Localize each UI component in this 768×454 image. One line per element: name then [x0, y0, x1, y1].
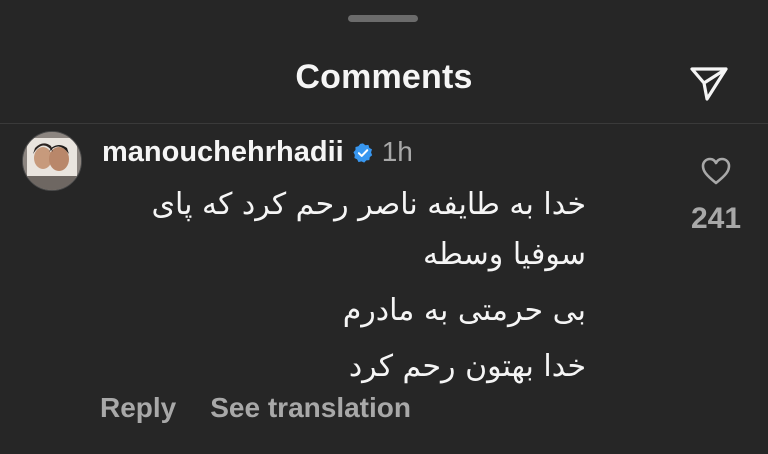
comment-text: خدا به طایفه ناصر رحم کرد که پای سوفیا و… — [96, 180, 587, 392]
reply-button[interactable]: Reply — [100, 392, 176, 424]
comment-line: بی حرمتی به مادرم — [342, 293, 586, 328]
heart-icon[interactable] — [700, 156, 732, 186]
username[interactable]: manouchehrhadii — [102, 136, 344, 169]
like-count: 241 — [690, 202, 742, 235]
comment-header: manouchehrhadii 1h — [102, 134, 413, 170]
comments-sheet: Comments manouchehrhadii 1h خدا به طایفه… — [0, 0, 768, 454]
avatar-photo — [23, 132, 81, 190]
verified-badge-icon — [353, 143, 372, 163]
comment-actions: Reply See translation — [100, 392, 445, 424]
comment-line: خدا بهتون رحم کرد — [348, 349, 586, 384]
sheet-title: Comments — [295, 58, 473, 96]
see-translation-button[interactable]: See translation — [210, 392, 411, 424]
comment-line: سوفیا وسطه — [422, 237, 586, 272]
avatar[interactable] — [22, 131, 82, 191]
drag-handle[interactable] — [348, 15, 418, 22]
header-divider — [0, 123, 768, 124]
send-icon[interactable] — [688, 64, 730, 102]
comment-time: 1h — [381, 136, 413, 167]
comment-line: خدا به طایفه ناصر رحم کرد که پای — [151, 187, 587, 222]
